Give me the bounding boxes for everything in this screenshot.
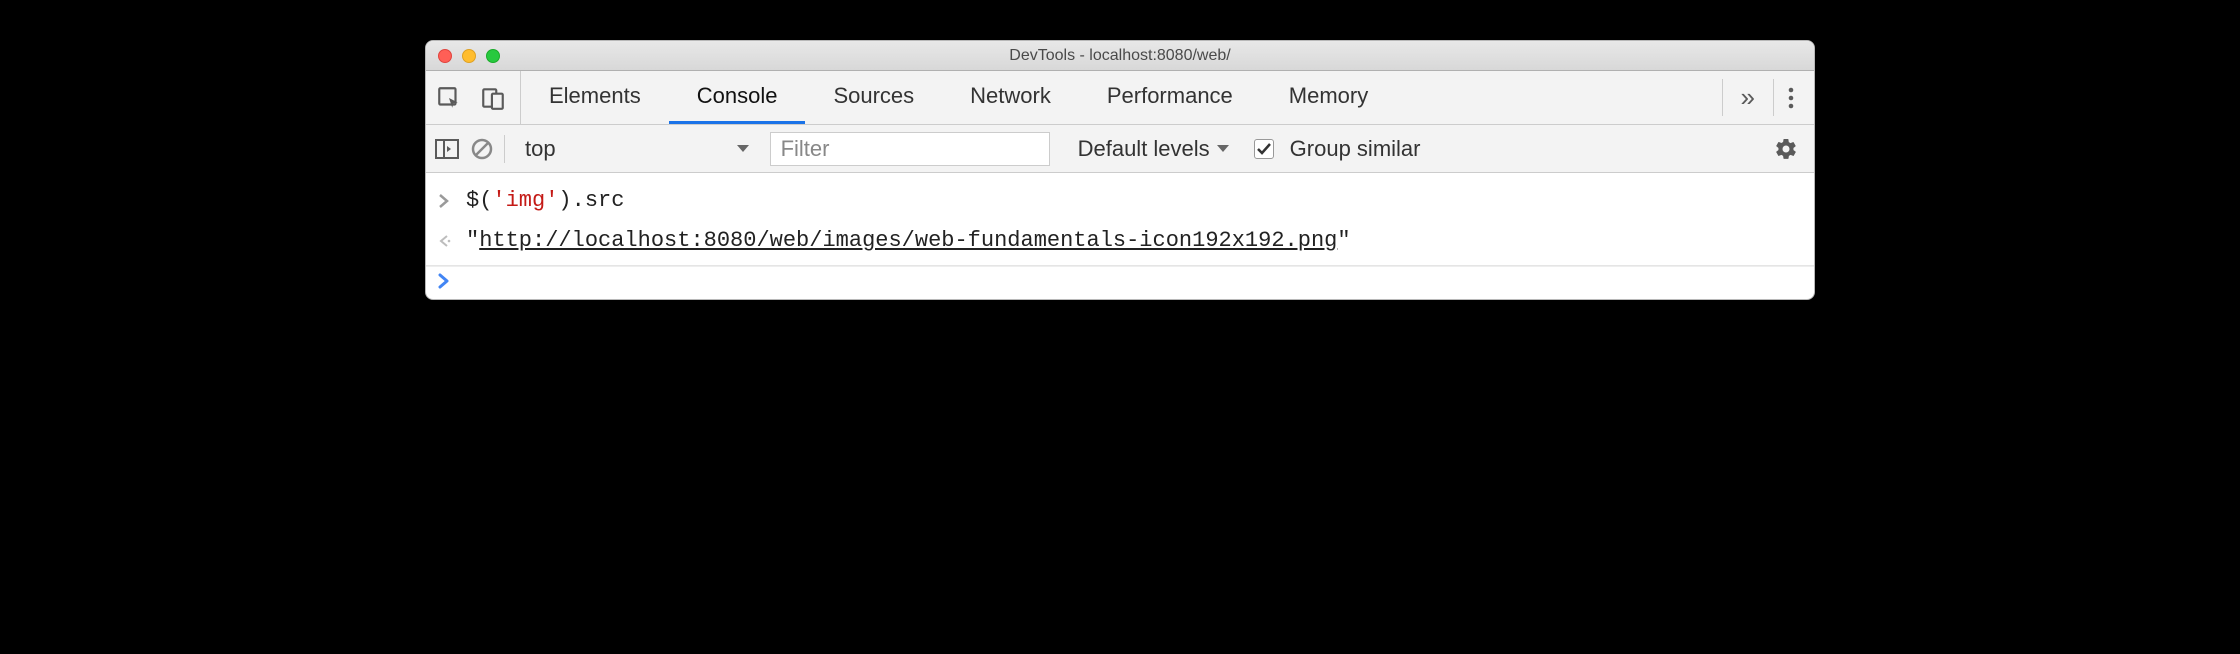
filter-input[interactable] — [770, 132, 1050, 166]
tab-label: Performance — [1107, 83, 1233, 109]
execution-context-select[interactable]: top — [515, 136, 760, 162]
inspect-element-icon[interactable] — [436, 85, 462, 111]
kebab-icon — [1788, 87, 1794, 109]
console-input-code: $('img').src — [466, 181, 624, 221]
tabbar-right: » — [1716, 71, 1814, 124]
console-input-row: $('img').src — [426, 181, 1814, 221]
code-prop: .src — [572, 188, 625, 213]
console-prompt-row[interactable] — [426, 266, 1814, 299]
tab-label: Console — [697, 83, 778, 109]
input-chevron-icon — [438, 194, 460, 208]
tab-network[interactable]: Network — [942, 71, 1079, 124]
chevrons-icon: » — [1741, 82, 1755, 113]
clear-console-icon[interactable] — [470, 137, 494, 161]
close-window-button[interactable] — [438, 49, 452, 63]
quote-open: " — [466, 228, 479, 253]
code-string: 'img' — [492, 188, 558, 213]
quote-close: " — [1337, 228, 1350, 253]
console-output-row: "http://localhost:8080/web/images/web-fu… — [426, 221, 1814, 261]
panel-tabbar: Elements Console Sources Network Perform… — [426, 71, 1814, 125]
tab-elements[interactable]: Elements — [521, 71, 669, 124]
more-tabs-button[interactable]: » — [1722, 79, 1774, 116]
inspect-controls — [426, 71, 521, 124]
context-value: top — [525, 136, 556, 162]
panel-tabs: Elements Console Sources Network Perform… — [521, 71, 1396, 124]
tab-label: Memory — [1289, 83, 1368, 109]
settings-menu-button[interactable] — [1774, 87, 1808, 109]
tab-label: Network — [970, 83, 1051, 109]
caret-down-icon — [1216, 144, 1230, 154]
log-level-select[interactable]: Default levels — [1078, 136, 1230, 162]
tab-performance[interactable]: Performance — [1079, 71, 1261, 124]
console-output: $('img').src "http://localhost:8080/web/… — [426, 173, 1814, 266]
window-title: DevTools - localhost:8080/web/ — [426, 47, 1814, 65]
tab-label: Elements — [549, 83, 641, 109]
tab-memory[interactable]: Memory — [1261, 71, 1396, 124]
prompt-chevron-icon — [438, 273, 460, 289]
group-similar-label: Group similar — [1290, 136, 1421, 162]
caret-down-icon — [736, 144, 750, 154]
device-toolbar-icon[interactable] — [480, 85, 506, 111]
tab-sources[interactable]: Sources — [805, 71, 942, 124]
group-similar-checkbox[interactable] — [1254, 139, 1274, 159]
maximize-window-button[interactable] — [486, 49, 500, 63]
console-toolbar: top Default levels Group similar — [426, 125, 1814, 173]
console-output-value: "http://localhost:8080/web/images/web-fu… — [466, 221, 1351, 261]
code-paren-open: ( — [479, 188, 492, 213]
console-settings-icon[interactable] — [1766, 137, 1806, 161]
window-controls — [426, 49, 500, 63]
separator — [504, 135, 505, 163]
minimize-window-button[interactable] — [462, 49, 476, 63]
devtools-window: DevTools - localhost:8080/web/ Elements … — [425, 40, 1815, 300]
code-paren-close: ) — [558, 188, 571, 213]
level-value: Default levels — [1078, 136, 1210, 162]
console-sidebar-toggle-icon[interactable] — [434, 137, 460, 161]
tab-console[interactable]: Console — [669, 71, 806, 124]
tab-label: Sources — [833, 83, 914, 109]
output-chevron-icon — [438, 234, 460, 248]
output-url-link[interactable]: http://localhost:8080/web/images/web-fun… — [479, 228, 1337, 253]
code-fn: $ — [466, 188, 479, 213]
titlebar: DevTools - localhost:8080/web/ — [426, 41, 1814, 71]
